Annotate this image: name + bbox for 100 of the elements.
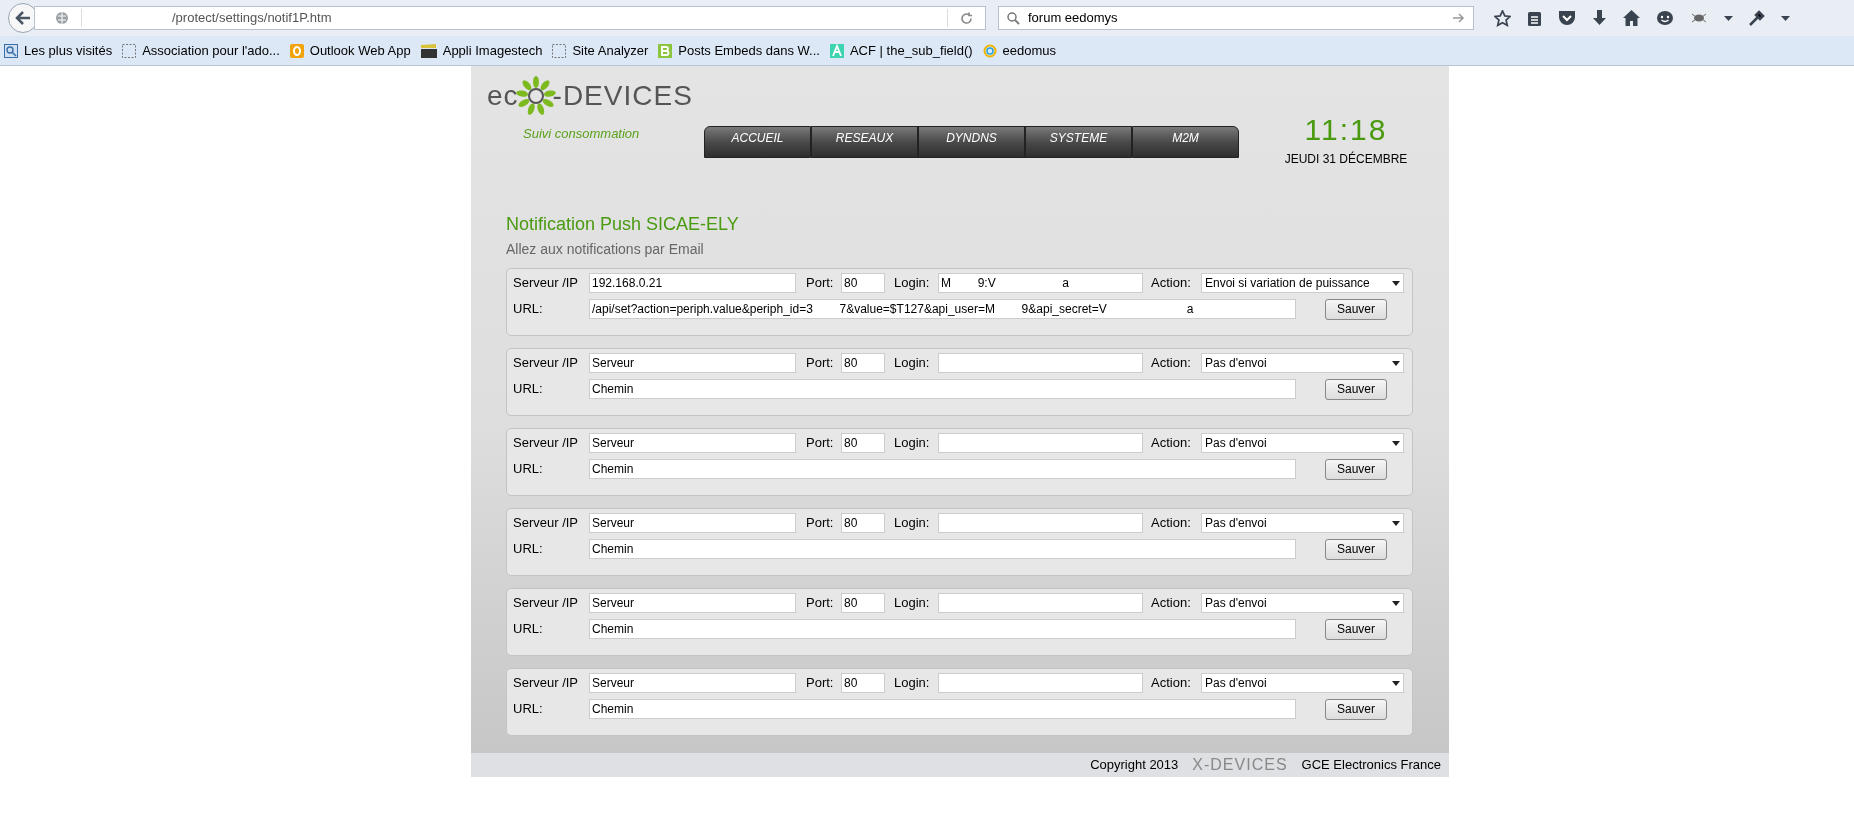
bookmark-link[interactable]: Appli Imagestech [442, 40, 543, 61]
action-dropdown[interactable]: Pas d'envoi [1201, 673, 1404, 693]
field-label: URL: [513, 540, 544, 559]
star-icon[interactable] [1494, 9, 1511, 27]
text-field[interactable]: 80 [841, 513, 885, 533]
action-dropdown[interactable]: Pas d'envoi [1201, 353, 1404, 373]
field-label: Port: [806, 674, 835, 693]
action-dropdown[interactable]: Envoi si variation de puissance [1201, 273, 1404, 293]
field-label: Action: [1151, 514, 1192, 533]
text-field[interactable]: 80 [841, 273, 885, 293]
save-button[interactable]: Sauver [1325, 378, 1387, 400]
nav-tab[interactable]: RESEAUX [811, 126, 918, 158]
text-field[interactable]: Serveur [589, 513, 796, 533]
text-field[interactable]: 80 [841, 673, 885, 693]
reload-icon[interactable] [960, 11, 973, 25]
dropdown-caret-icon[interactable] [1781, 15, 1790, 21]
field-label: Serveur /IP [513, 354, 580, 373]
field-label: Login: [894, 354, 931, 373]
text-field[interactable]: Serveur [589, 353, 796, 373]
bookmark-link[interactable]: Association pour l'ado... [142, 40, 280, 61]
field-label: Serveur /IP [513, 674, 580, 693]
address-bar[interactable]: /protect/settings/notif1P.htm [34, 6, 986, 30]
download-icon[interactable] [1592, 9, 1607, 27]
dropdown-caret-icon [1392, 280, 1400, 286]
text-field[interactable] [938, 433, 1143, 453]
field-label: Action: [1151, 594, 1192, 613]
search-icon [1007, 11, 1020, 25]
text-field[interactable] [938, 513, 1143, 533]
save-button[interactable]: Sauver [1325, 538, 1387, 560]
search-field[interactable]: forum eedomys [998, 6, 1474, 30]
pocket-icon[interactable] [1558, 10, 1576, 26]
field-label: URL: [513, 620, 544, 639]
bookmark-link[interactable]: eedomus [1002, 40, 1057, 61]
dropdown-caret-icon [1392, 360, 1400, 366]
text-field[interactable]: 80 [841, 353, 885, 373]
text-field[interactable] [938, 353, 1143, 373]
nav-tab[interactable]: ACCUEIL [704, 126, 811, 158]
text-field[interactable]: Chemin [589, 379, 1296, 399]
page-title: Notification Push SICAE-ELY [506, 213, 740, 236]
text-field[interactable]: Chemin [589, 699, 1296, 719]
field-label: Action: [1151, 274, 1192, 293]
field-label: Port: [806, 594, 835, 613]
text-field[interactable]: M 9:V a [938, 273, 1143, 293]
text-field[interactable]: Serveur [589, 433, 796, 453]
clipboard-icon[interactable] [1527, 9, 1542, 27]
text-field[interactable] [938, 673, 1143, 693]
bug-icon[interactable] [1690, 11, 1708, 25]
save-button[interactable]: Sauver [1325, 618, 1387, 640]
text-field[interactable]: 80 [841, 593, 885, 613]
back-arrow-icon [15, 11, 31, 25]
field-label: Port: [806, 274, 835, 293]
action-dropdown[interactable]: Pas d'envoi [1201, 593, 1404, 613]
text-field[interactable]: Chemin [589, 459, 1296, 479]
action-dropdown[interactable]: Pas d'envoi [1201, 513, 1404, 533]
text-field[interactable]: Chemin [589, 619, 1296, 639]
field-label: Login: [894, 434, 931, 453]
field-label: Port: [806, 514, 835, 533]
text-field[interactable] [938, 593, 1143, 613]
nav-tab[interactable]: DYNDNS [918, 126, 1025, 158]
clapperboard-icon [420, 43, 437, 58]
go-arrow-icon[interactable] [1453, 13, 1465, 23]
text-field[interactable]: /api/set?action=periph.value&periph_id=3 7&value=$T127&api_user=M 9&api_secret=V a [589, 299, 1296, 319]
company-text: GCE Electronics France [1301, 756, 1441, 775]
bookmark-link[interactable]: Site Analyzer [572, 40, 649, 61]
bookmark-link[interactable]: ACF | the_sub_field() [849, 40, 973, 61]
field-label: Login: [894, 674, 931, 693]
action-dropdown[interactable]: Pas d'envoi [1201, 433, 1404, 453]
dropdown-caret-icon[interactable] [1724, 15, 1733, 21]
field-label: Login: [894, 514, 931, 533]
field-label: Port: [806, 354, 835, 373]
text-field[interactable]: Serveur [589, 673, 796, 693]
o-square-icon [289, 43, 304, 58]
save-button[interactable]: Sauver [1325, 458, 1387, 480]
nav-tab[interactable]: SYSTEME [1025, 126, 1132, 158]
save-button[interactable]: Sauver [1325, 698, 1387, 720]
tagline: Suivi consommation [523, 125, 641, 143]
home-icon[interactable] [1623, 10, 1640, 26]
field-label: URL: [513, 700, 544, 719]
field-label: Serveur /IP [513, 434, 580, 453]
ring-icon [982, 43, 997, 58]
dropdown-caret-icon [1392, 600, 1400, 606]
field-label: Port: [806, 434, 835, 453]
save-button[interactable]: Sauver [1325, 298, 1387, 320]
clock-time: 11:18 [1304, 112, 1388, 148]
field-label: Serveur /IP [513, 514, 580, 533]
bookmark-link[interactable]: Les plus visités [24, 40, 113, 61]
page-subtitle: Allez aux notifications par Email [506, 240, 705, 259]
field-label: Action: [1151, 434, 1192, 453]
chat-icon[interactable] [1656, 9, 1674, 27]
a-letter-icon [829, 43, 844, 58]
text-field[interactable]: Chemin [589, 539, 1296, 559]
text-field[interactable]: 80 [841, 433, 885, 453]
bookmark-link[interactable]: Posts Embeds dans W... [678, 40, 820, 61]
bookmark-link[interactable]: Outlook Web App [309, 40, 411, 61]
field-label: Action: [1151, 354, 1192, 373]
nav-tab[interactable]: M2M [1132, 126, 1239, 158]
field-label: Action: [1151, 674, 1192, 693]
text-field[interactable]: 192.168.0.21 [589, 273, 796, 293]
clock-date: JEUDI 31 DÉCEMBRE [1284, 150, 1408, 168]
text-field[interactable]: Serveur [589, 593, 796, 613]
